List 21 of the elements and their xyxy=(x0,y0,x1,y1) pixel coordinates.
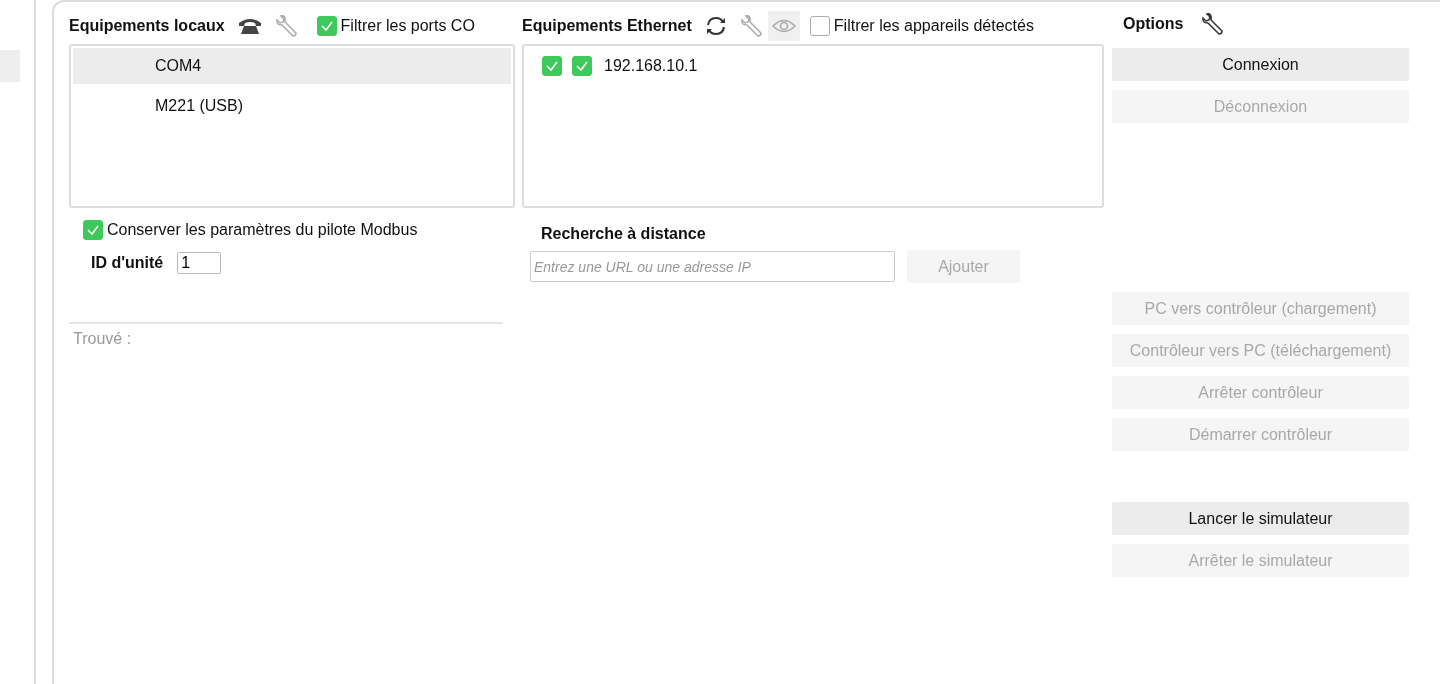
unit-id-label: ID d'unité xyxy=(91,254,164,272)
url-field[interactable]: Entrez une URL ou une adresse IP xyxy=(530,251,895,282)
device-address[interactable]: 192.168.10.1 xyxy=(604,57,698,75)
phone-icon[interactable] xyxy=(236,16,263,36)
remote-search-title: Recherche à distance xyxy=(541,225,707,243)
device-item[interactable]: M221 (USB) xyxy=(73,88,511,124)
action-button[interactable]: Lancer le simulateur xyxy=(1112,502,1409,535)
device-item[interactable]: COM4 xyxy=(73,48,511,84)
eye-icon[interactable] xyxy=(767,11,800,41)
device-checkbox[interactable] xyxy=(542,56,562,76)
filter-checkbox[interactable]: Filtrer les appareils détectés xyxy=(809,16,1034,36)
options-title: Options xyxy=(1123,15,1184,33)
found-label: Trouvé : xyxy=(73,330,133,348)
unit-id-field[interactable]: 1 xyxy=(177,252,222,274)
wrench-icon[interactable] xyxy=(1201,12,1226,36)
section-title: Equipements Ethernet xyxy=(522,17,692,35)
section-title: Equipements locaux xyxy=(69,17,225,35)
action-button[interactable]: Connexion xyxy=(1112,48,1409,81)
device-checkbox[interactable] xyxy=(572,56,592,76)
filter-checkbox[interactable]: Filtrer les ports CO xyxy=(316,16,475,36)
keep-modbus-checkbox[interactable]: Conserver les paramètres du pilote Modbus xyxy=(83,220,515,240)
